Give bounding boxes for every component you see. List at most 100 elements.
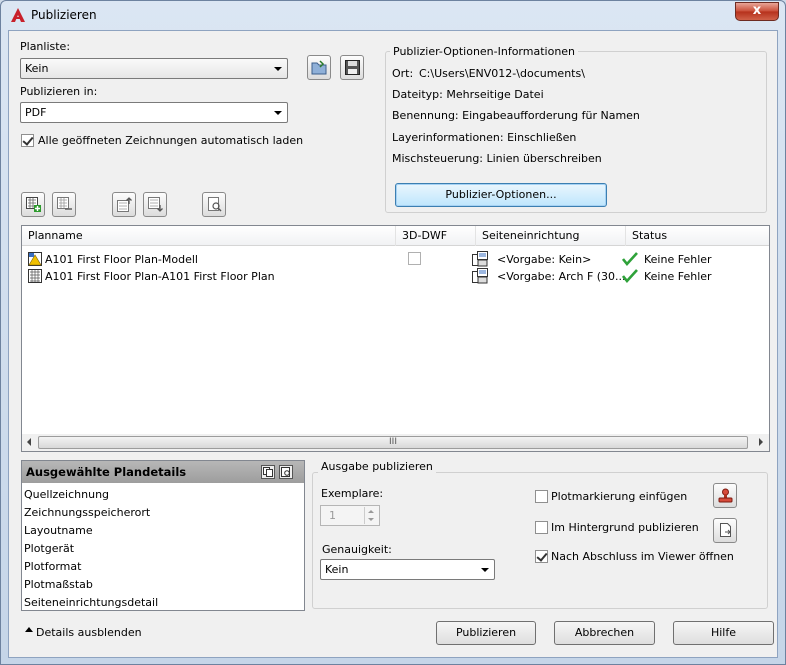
copy-details-button[interactable] <box>261 465 275 479</box>
spinner-buttons[interactable] <box>364 507 378 524</box>
details-options-button[interactable] <box>279 465 293 479</box>
column-header-status[interactable]: Status <box>626 226 769 246</box>
cancel-button[interactable]: Abbrechen <box>554 621 655 645</box>
magnifier-icon <box>281 467 290 477</box>
preview-button[interactable] <box>202 192 226 217</box>
add-sheets-button[interactable] <box>21 192 45 217</box>
document-arrow-icon <box>720 523 731 537</box>
sheet-list-table[interactable]: Planname 3D-DWF Seiteneinrichtung Status… <box>21 225 770 452</box>
autocad-logo-icon <box>11 8 25 22</box>
auto-load-checkbox[interactable] <box>21 134 34 147</box>
scroll-grip-icon: III <box>389 437 397 447</box>
sheet-list-combo[interactable]: Kein <box>20 58 288 79</box>
chevron-up-icon[interactable] <box>25 627 33 632</box>
sheet-details-panel: Ausgewählte Plandetails Quellzeichnung Z… <box>21 460 305 611</box>
plot-stamp-settings-button[interactable] <box>713 483 737 508</box>
sheet-list-header: Planname 3D-DWF Seiteneinrichtung Status <box>22 226 769 246</box>
column-header-page-setup[interactable]: Seiteneinrichtung <box>476 226 626 246</box>
open-in-viewer-label: Nach Abschluss im Viewer öffnen <box>551 550 734 563</box>
detail-plot-size: Plotformat <box>24 560 82 573</box>
column-header-sheet-name[interactable]: Planname <box>22 226 396 246</box>
page-setup-value: <Vorgabe: Kein> <box>497 253 592 266</box>
publish-options-button[interactable]: Publizier-Optionen... <box>395 183 607 207</box>
detail-plot-scale: Plotmaßstab <box>24 578 93 591</box>
background-publish-label: Im Hintergrund publizieren <box>551 521 699 534</box>
title-bar[interactable]: Publizieren x <box>1 1 785 29</box>
status-value: Keine Fehler <box>644 270 712 283</box>
table-row[interactable]: A101 First Floor Plan-Modell <Vorgabe: K… <box>22 251 769 268</box>
precision-label: Genauigkeit: <box>322 543 392 556</box>
detail-page-setup: Seiteneinrichtungsdetail <box>24 596 159 609</box>
detail-plot-device: Plotgerät <box>24 542 75 555</box>
chevron-down-icon <box>481 568 489 572</box>
copies-value: 1 <box>329 509 336 522</box>
open-in-viewer-checkbox[interactable] <box>535 550 548 563</box>
detail-layout-name: Layoutname <box>24 524 93 537</box>
sheet-list-label: Planliste: <box>20 40 71 53</box>
plot-stamp-label: Plotmarkierung einfügen <box>551 490 688 503</box>
move-up-icon <box>117 197 132 212</box>
sheet-list-value: Kein <box>25 62 49 75</box>
merge-info: Mischsteuerung: Linien überschreiben <box>392 152 602 165</box>
detail-drawing-location: Zeichnungsspeicherort <box>24 506 151 519</box>
layer-info: Layerinformationen: Einschließen <box>392 131 577 144</box>
precision-combo[interactable]: Kein <box>320 559 495 580</box>
plot-stamp-checkbox[interactable] <box>535 490 548 503</box>
publish-button[interactable]: Publizieren <box>436 621 536 645</box>
copy-icon <box>263 467 273 477</box>
background-publish-checkbox[interactable] <box>535 521 548 534</box>
load-sheet-list-button[interactable] <box>307 55 331 80</box>
remove-sheets-button[interactable] <box>52 192 76 217</box>
remove-sheet-icon <box>57 197 72 210</box>
spin-down-icon[interactable] <box>368 518 374 521</box>
sheet-name: A101 First Floor Plan-A101 First Floor P… <box>45 270 275 283</box>
location-value: C:\Users\ENV012-\documents\ <box>419 67 585 80</box>
add-sheet-icon <box>26 197 41 212</box>
publish-output-title: Ausgabe publizieren <box>318 460 436 473</box>
layout-sheet-icon <box>28 269 42 283</box>
page-setup-icon <box>472 251 488 267</box>
preview-magnifier-icon <box>208 197 222 212</box>
page-setup-value: <Vorgabe: Arch F (30... <box>497 270 626 283</box>
location-label: Ort: <box>392 67 414 80</box>
background-settings-button[interactable] <box>713 518 737 543</box>
publish-to-value: PDF <box>25 106 47 119</box>
options-info-title: Publizier-Optionen-Informationen <box>390 45 579 58</box>
spin-up-icon[interactable] <box>368 510 374 513</box>
hide-details-link[interactable]: Details ausblenden <box>36 626 142 639</box>
naming-info: Benennung: Eingabeaufforderung für Namen <box>392 109 640 122</box>
scrollbar-thumb[interactable]: III <box>38 436 748 449</box>
scroll-left-icon[interactable] <box>27 438 31 446</box>
help-button[interactable]: Hilfe <box>673 621 774 645</box>
sheet-name: A101 First Floor Plan-Modell <box>45 253 198 266</box>
auto-load-label: Alle geöffneten Zeichnungen automatisch … <box>38 134 304 147</box>
scroll-right-icon[interactable] <box>759 438 763 446</box>
page-setup-icon <box>472 268 488 284</box>
open-folder-icon <box>311 60 327 75</box>
publish-to-label: Publizieren in: <box>20 85 98 98</box>
details-title: Ausgewählte Plandetails <box>26 465 187 479</box>
filetype-info: Dateityp: Mehrseitige Datei <box>392 88 544 101</box>
move-sheet-down-button[interactable] <box>143 192 167 217</box>
model-sheet-icon <box>28 252 42 266</box>
save-disk-icon <box>345 60 360 75</box>
move-sheet-up-button[interactable] <box>112 192 136 217</box>
publish-to-combo[interactable]: PDF <box>20 102 288 123</box>
chevron-down-icon <box>274 67 282 71</box>
copies-spinner[interactable]: 1 <box>320 505 380 526</box>
checkmark-icon <box>622 252 638 267</box>
column-header-3d-dwf[interactable]: 3D-DWF <box>396 226 476 246</box>
publish-dialog: Publizieren x Planliste: Kein Publiziere… <box>0 0 786 665</box>
stamp-icon <box>718 488 733 503</box>
horizontal-scrollbar[interactable]: III <box>22 434 769 451</box>
table-row[interactable]: A101 First Floor Plan-A101 First Floor P… <box>22 268 769 285</box>
close-icon: x <box>752 3 762 18</box>
close-button[interactable]: x <box>735 2 779 21</box>
window-title: Publizieren <box>31 8 97 22</box>
details-header: Ausgewählte Plandetails <box>22 461 304 483</box>
save-sheet-list-button[interactable] <box>340 55 364 80</box>
dialog-body: Planliste: Kein Publizieren in: PDF Alle <box>8 30 778 658</box>
chevron-down-icon <box>274 111 282 115</box>
move-down-icon <box>148 197 163 212</box>
3d-dwf-checkbox[interactable] <box>408 252 421 265</box>
